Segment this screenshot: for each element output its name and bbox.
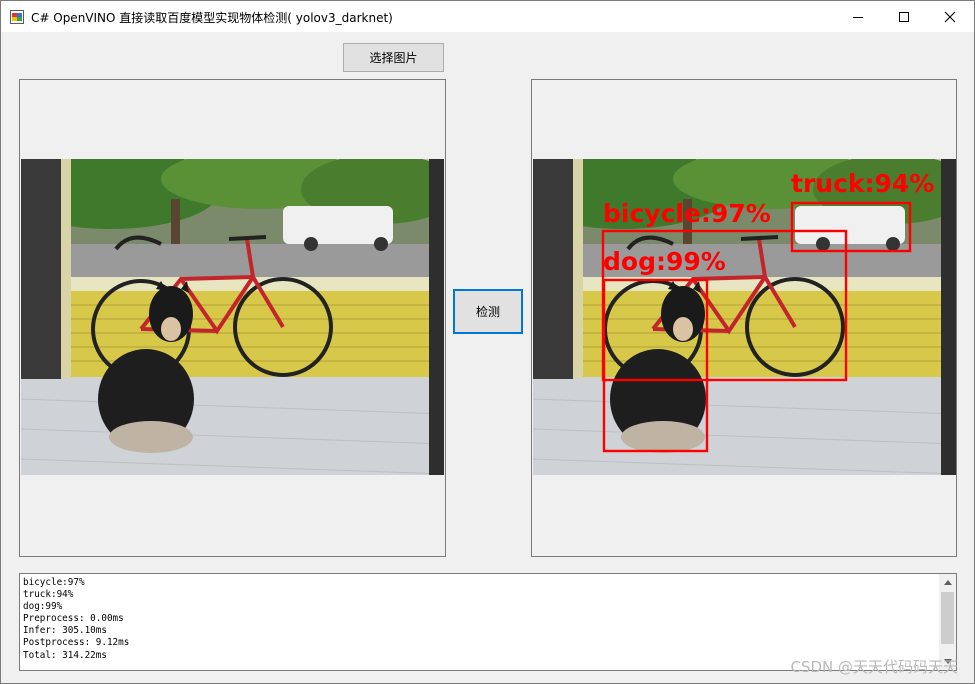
log-line: truck:94% [23, 589, 74, 601]
source-image [21, 159, 444, 475]
dog-label: dog:99% [603, 247, 726, 276]
log-line: bicycle:97% [23, 577, 85, 588]
truck-label: truck:94% [791, 169, 934, 198]
log-text[interactable]: bicycle:97% truck:94% dog:99% Preprocess: 0… [23, 577, 129, 662]
chevron-up-icon [943, 580, 952, 585]
app-icon [10, 10, 24, 24]
scroll-up-button[interactable] [939, 574, 956, 591]
result-image: bicycle:97% truck:94% dog:99% [533, 159, 956, 475]
log-line: Infer: 305.10ms [23, 625, 107, 637]
title-bar[interactable]: C# OpenVINO 直接读取百度模型实现物体检测( yolov3_darkn… [1, 1, 974, 32]
watermark: CSDN @天天代码码天天 [790, 658, 958, 676]
log-line: Preprocess: 0.00ms [23, 613, 124, 625]
detect-button[interactable]: 检测 [453, 289, 523, 334]
log-line: Total: 314.22ms [23, 649, 107, 661]
maximize-button[interactable] [881, 1, 927, 32]
close-icon [944, 11, 956, 22]
log-line: dog:99% [23, 601, 63, 613]
bicycle-label: bicycle:97% [603, 199, 771, 228]
maximize-icon [899, 11, 909, 22]
app-window: C# OpenVINO 直接读取百度模型实现物体检测( yolov3_darkn… [0, 0, 975, 684]
minimize-button[interactable] [835, 1, 881, 32]
window-title: C# OpenVINO 直接读取百度模型实现物体检测( yolov3_darkn… [31, 11, 393, 25]
minimize-icon [853, 16, 863, 18]
scrollbar-thumb[interactable] [941, 592, 954, 644]
result-image-panel: bicycle:97% truck:94% dog:99% [531, 79, 957, 557]
source-image-panel [19, 79, 446, 557]
log-line: Postprocess: 9.12ms [23, 637, 130, 649]
select-image-button[interactable]: 选择图片 [343, 43, 444, 72]
close-button[interactable] [927, 1, 973, 32]
